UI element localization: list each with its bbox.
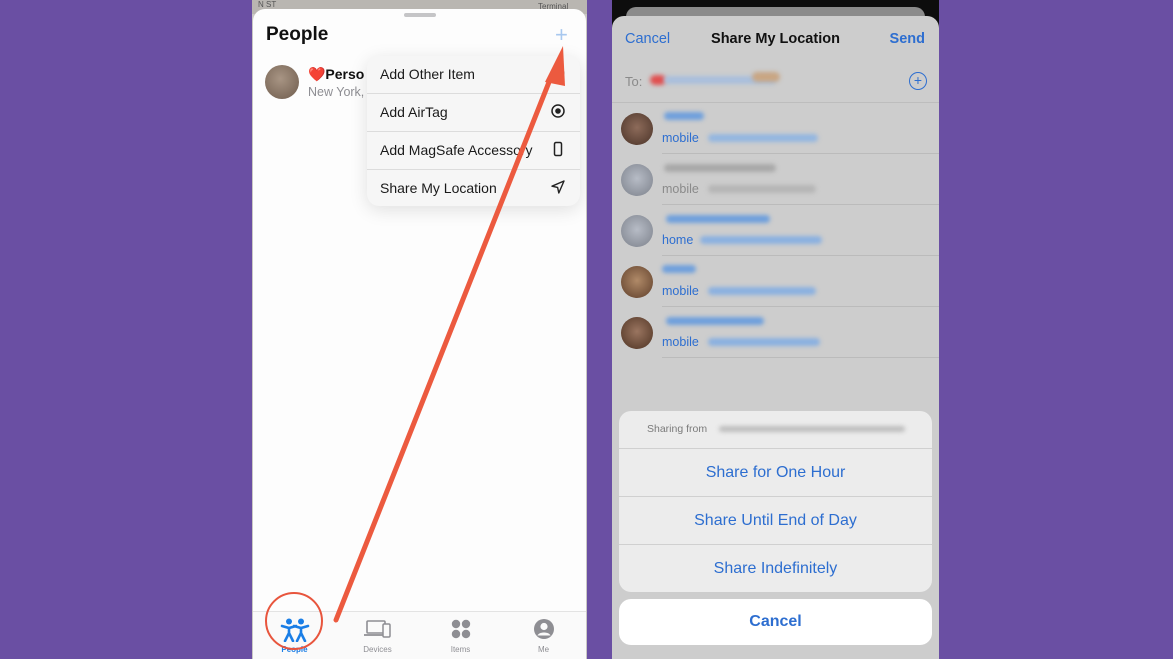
menu-item-add-airtag[interactable]: Add AirTag xyxy=(367,94,580,132)
phone-icon xyxy=(550,141,566,157)
menu-item-label: Add MagSafe Accessory xyxy=(380,142,533,158)
to-label: To: xyxy=(625,74,643,89)
share-for-one-hour-button[interactable]: Share for One Hour xyxy=(619,448,932,496)
circle-icon xyxy=(550,65,566,81)
contact-row[interactable]: home xyxy=(612,205,939,256)
menu-item-label: Share My Location xyxy=(380,180,497,196)
nav-send-button[interactable]: Send xyxy=(890,31,925,47)
contact-phone-type: mobile xyxy=(662,131,699,145)
avatar xyxy=(265,65,299,99)
tab-label: Me xyxy=(537,645,550,654)
map-street-label: N ST xyxy=(258,0,277,9)
annotation-circle xyxy=(265,592,323,650)
location-arrow-icon xyxy=(550,179,566,195)
avatar xyxy=(621,164,653,196)
tab-devices[interactable]: Devices xyxy=(336,612,419,659)
contact-row[interactable]: mobile xyxy=(612,154,939,205)
redacted-device xyxy=(719,426,905,432)
add-contact-icon[interactable]: + xyxy=(909,72,927,90)
sharing-from-label: Sharing from xyxy=(647,423,708,435)
redacted-number xyxy=(708,185,816,193)
contact-phone-type: mobile xyxy=(662,284,699,298)
recipient-field[interactable]: To: + xyxy=(612,64,939,103)
redacted-recipient xyxy=(752,72,780,82)
redacted-name xyxy=(662,265,696,273)
find-my-people-screen: N ST Terminal People + ❤️Perso New York,… xyxy=(252,0,587,659)
redacted-name xyxy=(666,317,764,325)
share-duration-sheet: Sharing from Share for One Hour Share Un… xyxy=(619,411,932,592)
redacted-number xyxy=(708,287,816,295)
share-sheet: Share My Location Cancel Send To: + mobi… xyxy=(612,16,939,659)
share-indefinitely-button[interactable]: Share Indefinitely xyxy=(619,544,932,592)
redacted-number xyxy=(700,236,822,244)
menu-item-label: Add Other Item xyxy=(380,66,475,82)
person-circle-icon xyxy=(502,618,585,640)
contact-phone-type: mobile xyxy=(662,182,699,196)
tab-label: Devices xyxy=(363,645,392,654)
tab-label: Items xyxy=(450,645,471,654)
cancel-button[interactable]: Cancel xyxy=(619,599,932,645)
person-name: ❤️Perso xyxy=(308,66,365,82)
add-menu: Add Other Item Add AirTag Add MagSafe Ac… xyxy=(367,56,580,206)
menu-item-add-other-item[interactable]: Add Other Item xyxy=(367,56,580,94)
redacted-name xyxy=(664,164,776,172)
avatar xyxy=(621,266,653,298)
share-location-screen: Share My Location Cancel Send To: + mobi… xyxy=(612,0,939,659)
person-location: New York, xyxy=(308,85,365,99)
contact-row[interactable]: mobile xyxy=(612,256,939,307)
people-sheet: People + ❤️Perso New York, Add Other Ite… xyxy=(253,9,586,659)
sheet-grabber[interactable] xyxy=(404,13,436,17)
items-icon xyxy=(419,618,502,640)
avatar xyxy=(621,317,653,349)
menu-item-share-my-location[interactable]: Share My Location xyxy=(367,170,580,207)
contact-phone-type: home xyxy=(662,233,694,247)
contact-row[interactable]: mobile xyxy=(612,307,939,358)
redacted-number xyxy=(708,134,818,142)
share-until-end-of-day-button[interactable]: Share Until End of Day xyxy=(619,496,932,544)
redacted-name xyxy=(666,215,770,223)
redacted-number xyxy=(708,338,820,346)
nav-cancel-button[interactable]: Cancel xyxy=(625,31,670,47)
contact-row[interactable]: mobile xyxy=(612,103,939,154)
page-title: People xyxy=(266,24,329,45)
divider xyxy=(662,357,939,358)
contact-phone-type: mobile xyxy=(662,335,699,349)
plus-icon[interactable]: + xyxy=(555,24,568,46)
menu-item-add-magsafe-accessory[interactable]: Add MagSafe Accessory xyxy=(367,132,580,170)
tab-me[interactable]: Me xyxy=(502,612,585,659)
avatar xyxy=(621,215,653,247)
tab-items[interactable]: Items xyxy=(419,612,502,659)
avatar xyxy=(621,113,653,145)
redacted-name xyxy=(664,112,704,120)
menu-item-label: Add AirTag xyxy=(380,104,448,120)
devices-icon xyxy=(336,618,419,640)
airtag-icon xyxy=(550,103,566,119)
